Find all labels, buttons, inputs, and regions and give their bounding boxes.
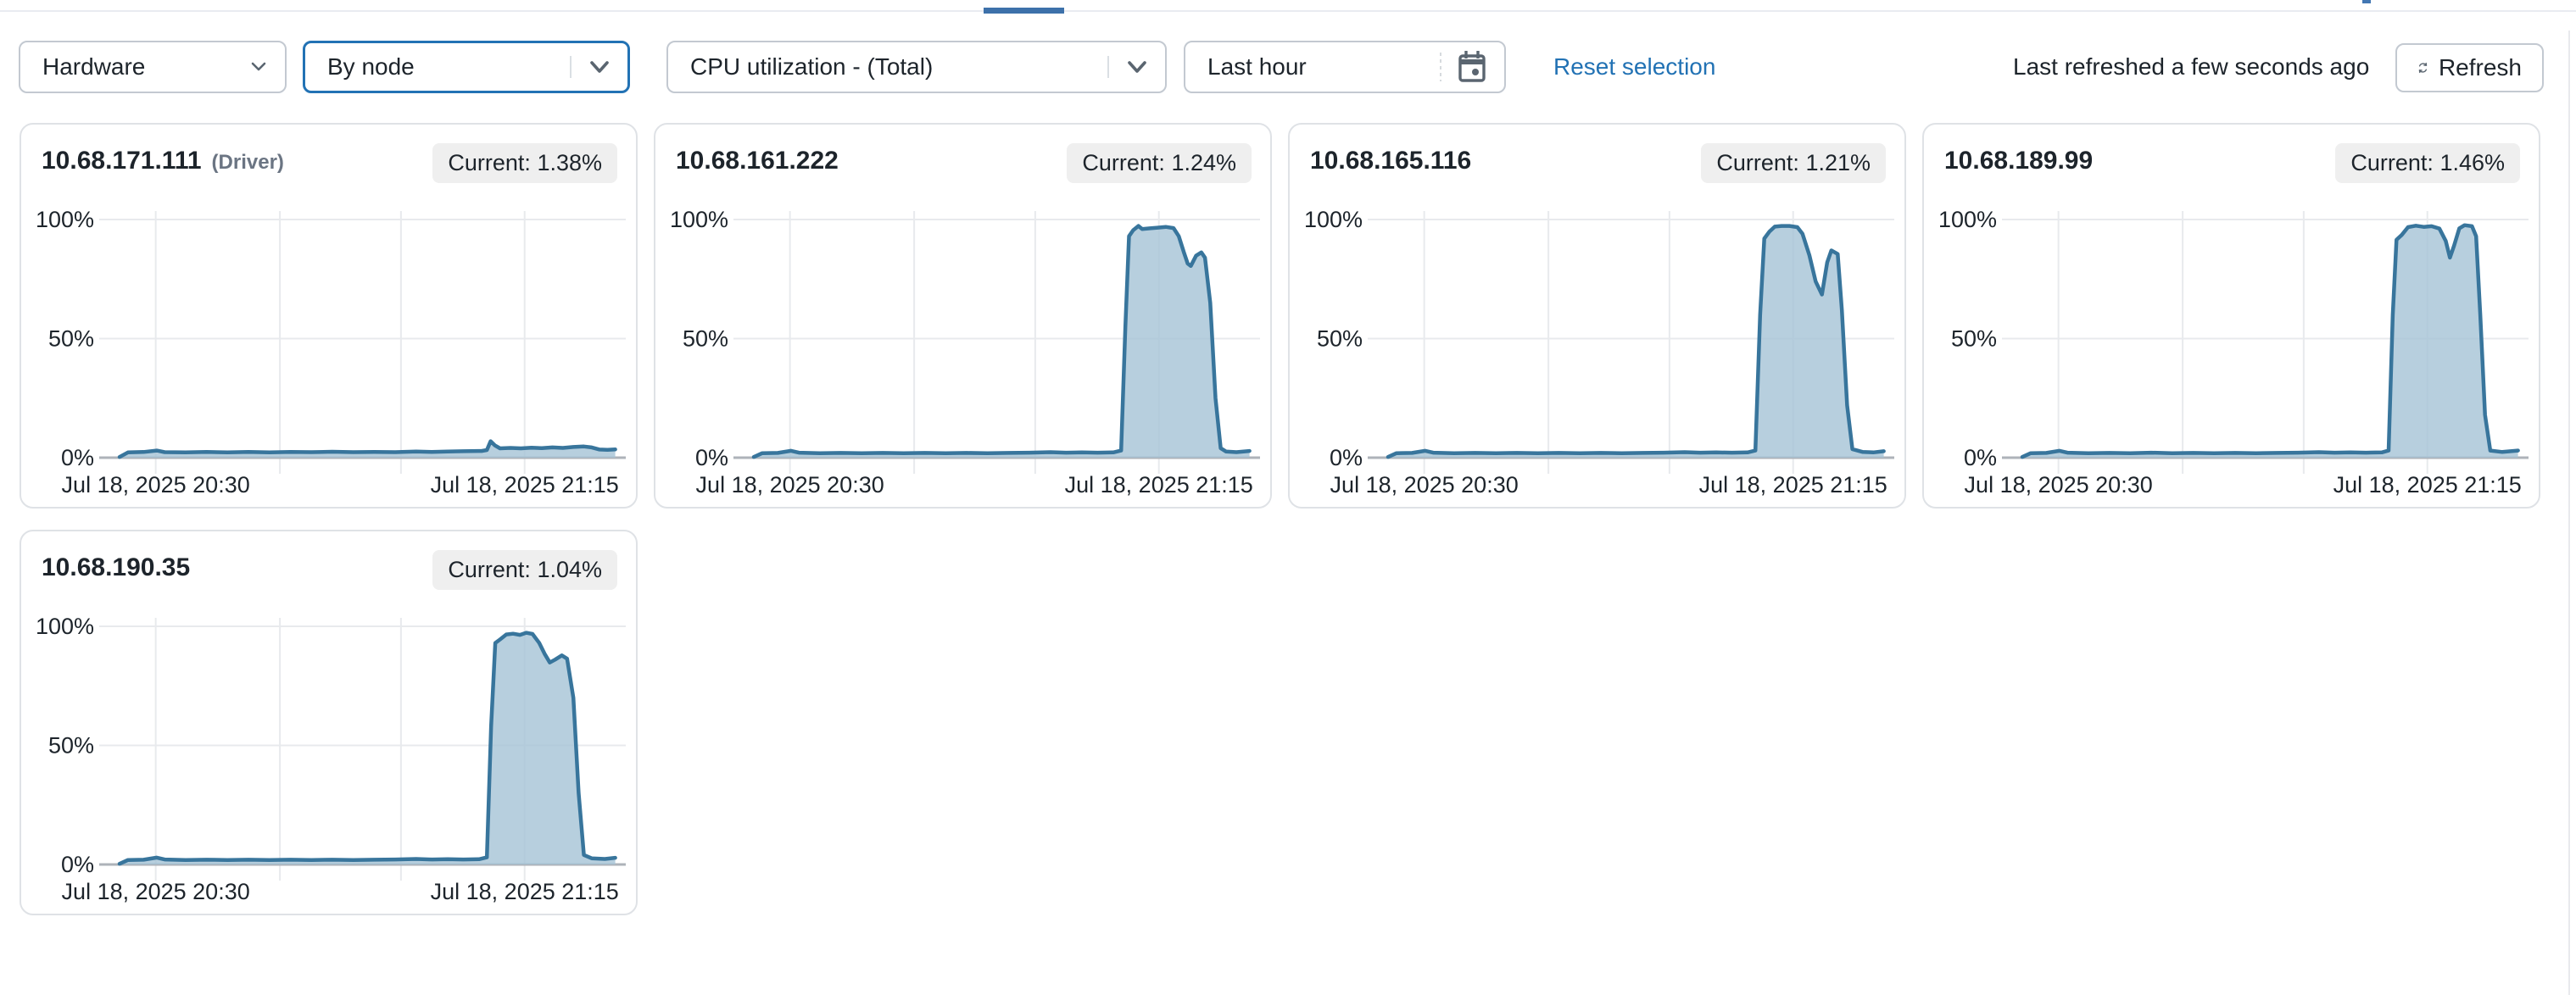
chevron-down-icon — [587, 58, 612, 75]
cpu-series-area — [2022, 225, 2518, 458]
cpu-series-area — [120, 633, 616, 864]
x-axis-tick-label: Jul 18, 2025 21:15 — [431, 472, 619, 498]
y-axis-tick-label: 0% — [695, 445, 728, 470]
y-axis-tick-label: 50% — [1951, 326, 1997, 352]
y-axis-tick-label: 100% — [1304, 207, 1363, 232]
last-refreshed-text: Last refreshed a few seconds ago — [2013, 41, 2369, 93]
y-axis-tick-label: 0% — [1330, 445, 1363, 470]
x-axis-tick-label: Jul 18, 2025 21:15 — [2333, 472, 2522, 498]
y-axis-tick-label: 50% — [683, 326, 728, 352]
x-axis-tick-label: Jul 18, 2025 20:30 — [1330, 472, 1519, 498]
select-divider — [1107, 56, 1109, 78]
refresh-label: Refresh — [2439, 54, 2522, 81]
chevron-down-icon — [248, 60, 270, 74]
current-value-badge: Current: 1.24% — [1067, 143, 1252, 183]
current-value-badge: Current: 1.46% — [2335, 143, 2520, 183]
y-axis-tick-label: 100% — [36, 614, 94, 639]
time-range-select[interactable]: Last hour — [1184, 41, 1506, 93]
node-metric-card: 10.68.171.111(Driver) Current: 1.38% 100… — [20, 123, 638, 509]
y-axis-tick-label: 0% — [61, 445, 94, 470]
node-ip: 10.68.190.35 — [42, 553, 200, 582]
refresh-button[interactable]: Refresh — [2395, 43, 2544, 92]
y-axis-tick-label: 100% — [1938, 207, 1997, 232]
x-axis-tick-label: Jul 18, 2025 20:30 — [1965, 472, 2153, 498]
cpu-utilization-chart[interactable]: 100% 50% 0%Jul 18, 2025 20:30 Jul 18, 2025 … — [655, 199, 1274, 500]
y-axis-tick-label: 0% — [1964, 445, 1997, 470]
select-divider — [570, 56, 572, 78]
node-metric-card: 10.68.161.222 Current: 1.24% 100%50%0%Ju… — [654, 123, 1272, 509]
metric-select[interactable]: CPU utilization - (Total) — [666, 41, 1167, 93]
node-ip: 10.68.161.222 — [676, 147, 849, 175]
y-axis-tick-label: 50% — [48, 326, 94, 352]
node-ip: 10.68.165.116 — [1310, 147, 1481, 175]
metrics-page: Hardware By node CPU utilization - (Tota… — [0, 0, 2576, 995]
reset-selection-label: Reset selection — [1553, 53, 1715, 81]
node-metric-card: 10.68.189.99 Current: 1.46% 100%50%0%Jul… — [1922, 123, 2540, 509]
y-axis-tick-label: 100% — [670, 207, 728, 232]
reset-selection-link[interactable]: Reset selection — [1553, 41, 1715, 93]
current-value-badge: Current: 1.21% — [1701, 143, 1886, 183]
cpu-utilization-chart[interactable]: 100% 50% 0%Jul 18, 2025 20:30 Jul 18, 2025 … — [21, 199, 639, 500]
metric-group-select[interactable]: Hardware — [19, 41, 287, 93]
x-axis-tick-label: Jul 18, 2025 21:15 — [431, 879, 619, 904]
node-ip: 10.68.171.111(Driver) — [42, 147, 284, 175]
metric-value: CPU utilization - (Total) — [668, 53, 933, 81]
time-range-value: Last hour — [1185, 53, 1307, 81]
cpu-utilization-chart[interactable]: 100% 50% 0%Jul 18, 2025 20:30 Jul 18, 2025 … — [1290, 199, 1908, 500]
node-role-tag: (Driver) — [212, 151, 284, 174]
current-value-badge: Current: 1.04% — [432, 550, 617, 590]
x-axis-tick-label: Jul 18, 2025 21:15 — [1065, 472, 1253, 498]
cpu-series-area — [754, 226, 1250, 458]
cpu-utilization-chart[interactable]: 100% 50% 0%Jul 18, 2025 20:30 Jul 18, 2025 … — [1924, 199, 2542, 500]
clipped-top-icon-fragment — [2362, 0, 2371, 3]
y-axis-tick-label: 100% — [36, 207, 94, 232]
node-metric-card: 10.68.190.35 Current: 1.04% 100%50%0%Jul… — [20, 530, 638, 915]
x-axis-tick-label: Jul 18, 2025 20:30 — [62, 472, 250, 498]
y-axis-tick-label: 0% — [61, 852, 94, 877]
view-mode-select[interactable]: By node — [303, 41, 630, 93]
x-axis-tick-label: Jul 18, 2025 20:30 — [696, 472, 884, 498]
x-axis-tick-label: Jul 18, 2025 21:15 — [1699, 472, 1887, 498]
x-axis-tick-label: Jul 18, 2025 20:30 — [62, 879, 250, 904]
calendar-icon — [1455, 48, 1489, 86]
cpu-utilization-chart[interactable]: 100% 50% 0%Jul 18, 2025 20:30 Jul 18, 2025 … — [21, 606, 639, 907]
tab-bar-divider — [0, 10, 2576, 12]
current-value-badge: Current: 1.38% — [432, 143, 617, 183]
chevron-down-icon — [1124, 58, 1150, 75]
view-mode-value: By node — [305, 53, 415, 81]
refresh-icon — [2417, 55, 2428, 81]
active-tab-indicator — [984, 8, 1064, 14]
y-axis-tick-label: 50% — [48, 733, 94, 759]
node-ip: 10.68.189.99 — [1944, 147, 2103, 175]
select-divider-dotted — [1440, 53, 1441, 81]
y-axis-tick-label: 50% — [1317, 326, 1363, 352]
node-metric-card: 10.68.165.116 Current: 1.21% 100%50%0%Ju… — [1288, 123, 1906, 509]
metric-group-value: Hardware — [20, 53, 145, 81]
scroll-area-edge — [2568, 31, 2570, 995]
